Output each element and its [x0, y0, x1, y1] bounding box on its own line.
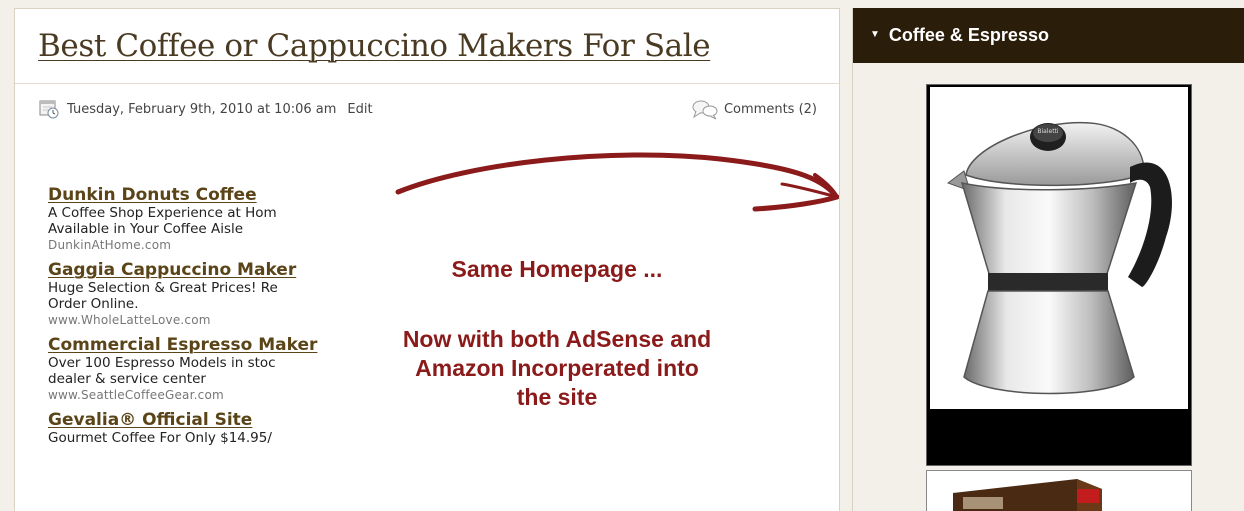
- comments-label: Comments (2): [723, 101, 817, 117]
- amazon-product-widget[interactable]: Bialetti: [926, 84, 1192, 466]
- espresso-maker-icon: Bialetti: [946, 121, 1172, 395]
- ad-text: Over 100 Espresso Models in stoc: [48, 355, 276, 371]
- calendar-clock-icon: [39, 100, 59, 119]
- ad-url-link[interactable]: www.WholeLatteLove.com: [48, 312, 366, 328]
- ad-text: A Coffee Shop Experience at Hom: [48, 205, 277, 221]
- ad-title-link[interactable]: Commercial Espresso Maker: [48, 335, 366, 355]
- edit-link[interactable]: Edit: [347, 102, 372, 117]
- ad-url-link[interactable]: DunkinAtHome.com: [48, 237, 366, 253]
- ad-title-link[interactable]: Dunkin Donuts Coffee: [48, 185, 366, 205]
- post-title-link[interactable]: Best Coffee or Cappuccino Makers For Sal…: [38, 28, 711, 64]
- sidebar-widget-header[interactable]: ▼ Coffee & Espresso: [853, 8, 1244, 63]
- comments-link[interactable]: Comments (2): [691, 98, 817, 120]
- annotation-arrow-icon: [395, 152, 839, 212]
- triangle-down-icon: ▼: [870, 29, 880, 40]
- ad-title-link[interactable]: Gevalia® Official Site: [48, 410, 366, 430]
- coffee-package-icon: [953, 479, 1102, 511]
- ad-text: Gourmet Coffee For Only $14.95/: [48, 430, 272, 446]
- product-brand-text: Bialetti: [1037, 128, 1059, 135]
- adsense-block: Dunkin Donuts Coffee A Coffee Shop Exper…: [48, 185, 366, 453]
- annotation-line: the site: [516, 384, 598, 410]
- post-meta: Tuesday, February 9th, 2010 at 10:06 am …: [39, 98, 373, 120]
- ad-text: dealer & service center: [48, 371, 206, 387]
- ad-unit: Commercial Espresso Maker Over 100 Espre…: [48, 335, 366, 403]
- sidebar: ▼ Coffee & Espresso Bialetti: [852, 8, 1244, 511]
- post-date: Tuesday, February 9th, 2010 at 10:06 am: [67, 101, 337, 117]
- sidebar-heading: Coffee & Espresso: [888, 25, 1049, 45]
- ad-url-link[interactable]: www.SeattleCoffeeGear.com: [48, 387, 366, 403]
- annotation-line: Now with both AdSense and: [402, 326, 712, 352]
- product-image: Bialetti: [930, 87, 1188, 409]
- annotation-text-block: Now with both AdSense and Amazon Incorpe…: [367, 325, 747, 412]
- comment-bubbles-icon: [692, 100, 718, 120]
- ad-text: Huge Selection & Great Prices! Re: [48, 280, 278, 296]
- title-divider: [15, 83, 839, 84]
- post-area: Best Coffee or Cappuccino Makers For Sal…: [14, 8, 840, 511]
- ad-title-link[interactable]: Gaggia Cappuccino Maker: [48, 260, 366, 280]
- product-image-coffee-box[interactable]: [926, 470, 1192, 511]
- ad-unit: Gevalia® Official Site Gourmet Coffee Fo…: [48, 410, 366, 446]
- ad-unit: Dunkin Donuts Coffee A Coffee Shop Exper…: [48, 185, 366, 253]
- annotation-text: Same Homepage ...: [451, 256, 663, 282]
- ad-unit: Gaggia Cappuccino Maker Huge Selection &…: [48, 260, 366, 328]
- annotation-line: Amazon Incorperated into: [415, 355, 699, 381]
- ad-text: Order Online.: [48, 296, 139, 312]
- ad-text: Available in Your Coffee Aisle: [48, 221, 244, 237]
